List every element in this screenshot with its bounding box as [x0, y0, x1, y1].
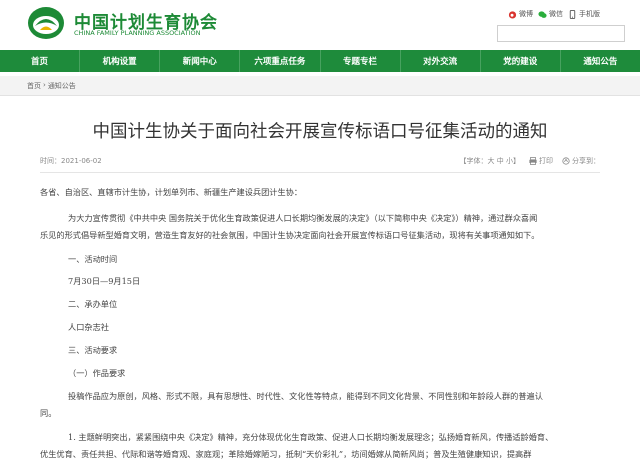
wechat-icon [538, 10, 547, 18]
section-heading-time: 一、活动时间 [68, 254, 118, 264]
point-1-line-2: 优生优育、责任共担、代际和谐等婚育观、家庭观；革除婚嫁陋习，抵制“天价彩礼”，坊… [40, 449, 532, 459]
weibo-link[interactable]: 微博 [508, 9, 533, 19]
intro-paragraph-line-1: 为大力宣传贯彻《中共中央 国务院关于优化生育政策促进人口长期均衡发展的决定》（以… [68, 213, 538, 223]
share-label: 分享到： [572, 157, 600, 165]
nav-item-special-topics[interactable]: 专题专栏 [321, 50, 401, 72]
activity-time: 7月30日—9月15日 [68, 276, 141, 286]
cfpa-logo[interactable] [27, 6, 65, 40]
mobile-label: 手机版 [579, 10, 600, 18]
publish-time: 时间：2021-06-02 [40, 157, 102, 165]
nav-item-party-building[interactable]: 党的建设 [481, 50, 561, 72]
breadcrumb-notices[interactable]: 通知公告 [48, 81, 76, 91]
article-meta: 时间：2021-06-02 【字体：大 中 小】 打印 分享到： [40, 156, 600, 170]
article-title: 中国计生协关于面向社会开展宣传标语口号征集活动的通知 [92, 122, 548, 142]
site-subtitle: CHINA FAMILY PLANNING ASSOCIATION [74, 29, 201, 37]
font-size-control[interactable]: 【字体：大 中 小】 [460, 156, 520, 166]
section-heading-organizer: 二、承办单位 [68, 299, 118, 309]
requirement-line-2: 同。 [40, 408, 57, 418]
search-input[interactable] [497, 25, 625, 42]
intro-paragraph-line-2: 乐见的形式倡导新型婚育文明，营造生育友好的社会氛围，中国计生协决定面向社会开展宣… [40, 230, 540, 240]
print-button[interactable]: 打印 [529, 156, 553, 166]
organizer-name: 人口杂志社 [68, 322, 109, 332]
breadcrumb-home[interactable]: 首页 [27, 81, 41, 91]
subsection-heading-works: （一）作品要求 [68, 368, 126, 378]
nav-item-home[interactable]: 首页 [0, 50, 81, 72]
salutation: 各省、自治区、直辖市计生协，计划单列市、新疆生产建设兵团计生协： [40, 187, 303, 197]
main-nav: 首页 机构设置 新闻中心 六项重点任务 专题专栏 对外交流 党的建设 通知公告 [0, 50, 640, 72]
mobile-icon [569, 9, 576, 19]
nav-item-news[interactable]: 新闻中心 [160, 50, 241, 72]
site-header: 中国计划生育协会 CHINA FAMILY PLANNING ASSOCIATI… [0, 0, 640, 48]
mobile-link[interactable]: 手机版 [568, 9, 600, 19]
share-button[interactable]: 分享到： [562, 156, 600, 166]
article-tools: 【字体：大 中 小】 打印 分享到： [460, 156, 600, 166]
breadcrumb-separator: › [43, 81, 46, 89]
wechat-label: 微信 [549, 10, 563, 18]
nav-item-notices[interactable]: 通知公告 [561, 50, 640, 72]
breadcrumb: 首页 › 通知公告 [27, 81, 76, 91]
nav-item-international[interactable]: 对外交流 [401, 50, 481, 72]
share-icon [562, 157, 570, 165]
social-links: 微博 微信 手机版 [508, 9, 600, 19]
weibo-icon [508, 10, 517, 19]
printer-icon [529, 157, 537, 165]
requirement-line-1: 投稿作品应为原创，风格、形式不限，具有思想性、时代性、文化性等特点，能得到不同文… [68, 391, 543, 401]
weibo-label: 微博 [519, 10, 533, 18]
point-1-line-1: 1. 主题鲜明突出，紧紧围绕中央《决定》精神，充分体现优化生育政策、促进人口长期… [68, 432, 554, 442]
print-label: 打印 [539, 157, 553, 165]
nav-item-key-tasks[interactable]: 六项重点任务 [240, 50, 321, 72]
breadcrumb-bar: 首页 › 通知公告 [0, 76, 640, 96]
wechat-link[interactable]: 微信 [538, 9, 563, 19]
nav-item-organization[interactable]: 机构设置 [80, 50, 161, 72]
meta-divider [40, 172, 600, 173]
section-heading-requirements: 三、活动要求 [68, 345, 118, 355]
